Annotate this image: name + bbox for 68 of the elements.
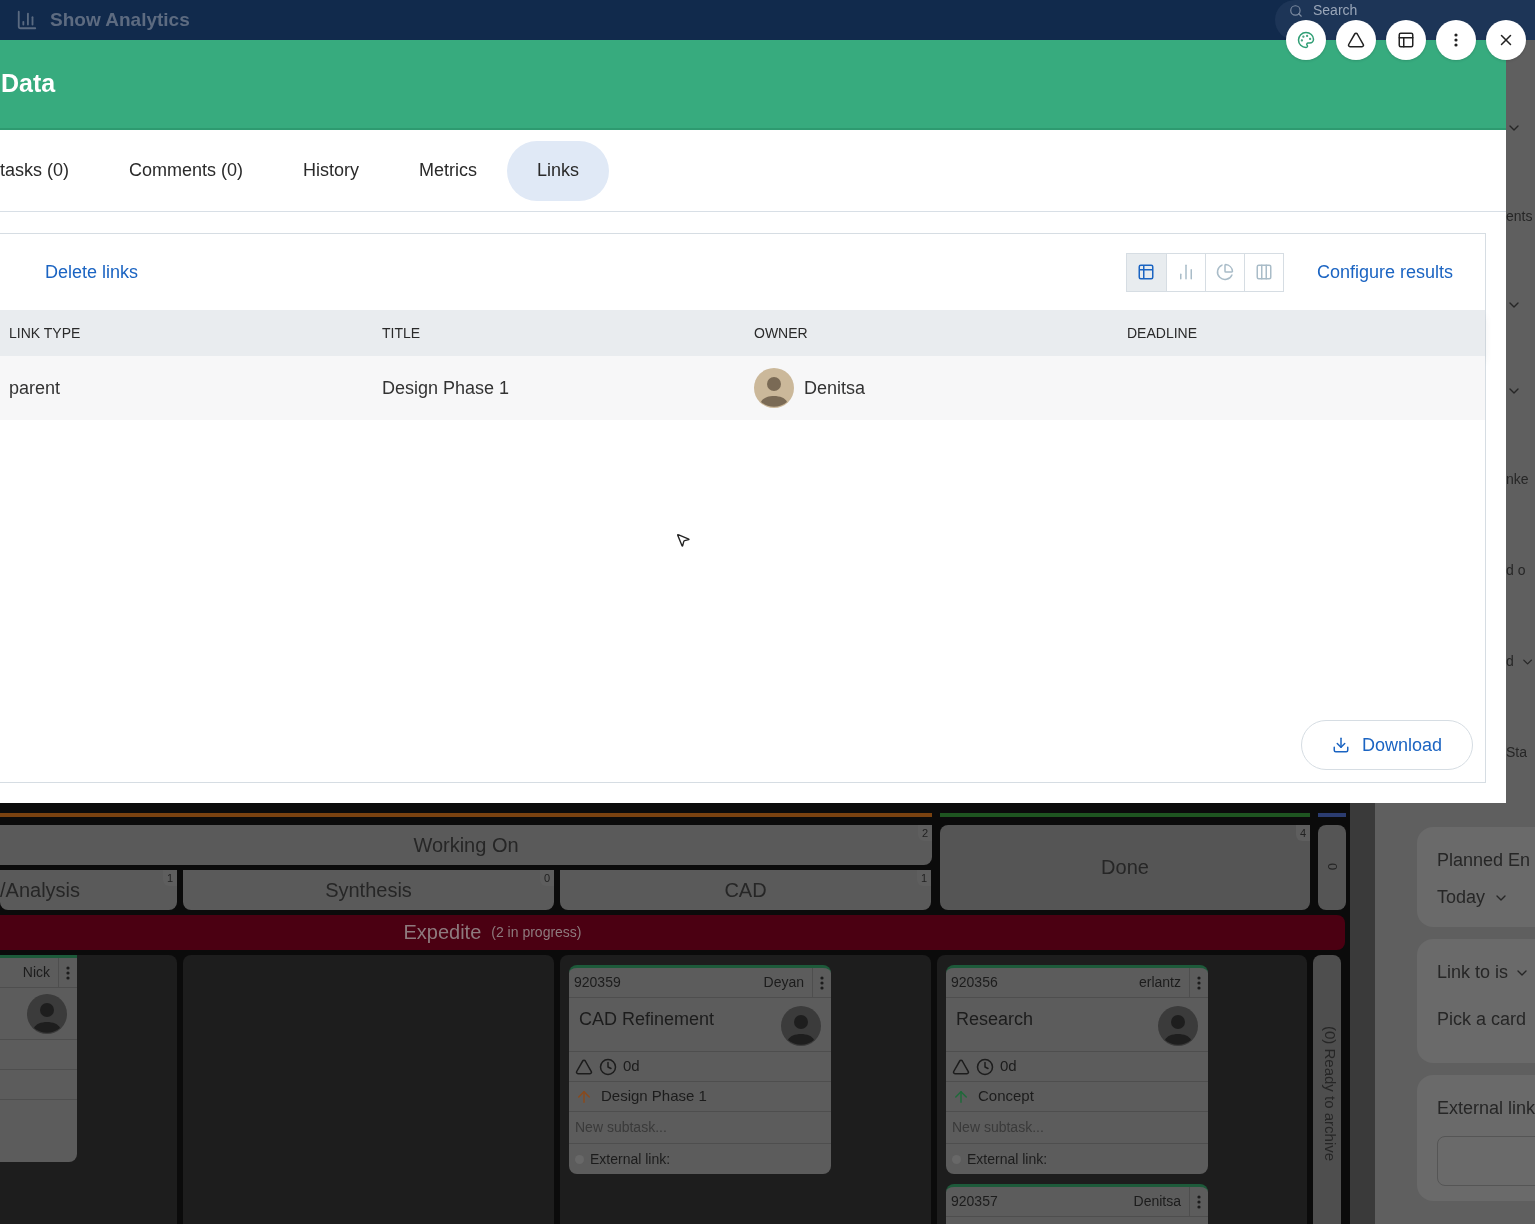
expedite-lane-header[interactable]: Expedite (2 in progress) bbox=[0, 914, 1345, 950]
task-card[interactable]: Nick bbox=[0, 955, 77, 1162]
triangle-icon bbox=[1347, 31, 1365, 49]
table-cell-text: Design Phase 1 bbox=[382, 376, 511, 400]
layout-icon bbox=[1397, 31, 1415, 49]
field-label: External link bbox=[1437, 1097, 1535, 1120]
field-label: d o bbox=[1506, 561, 1527, 580]
avatar-icon bbox=[781, 1006, 821, 1046]
count-badge: 1 bbox=[916, 869, 931, 887]
cursor-icon bbox=[675, 532, 691, 548]
analytics-link[interactable]: Show Analytics bbox=[50, 5, 190, 35]
pie-chart-icon bbox=[1215, 263, 1234, 281]
task-card[interactable]: 920357 Denitsa bbox=[946, 1184, 1208, 1224]
card-owner: Nick bbox=[22, 963, 51, 982]
field-label: nke bbox=[1506, 470, 1530, 489]
field-label: ents bbox=[1506, 207, 1534, 226]
download-icon bbox=[1331, 736, 1350, 754]
field-label: Link to is bbox=[1437, 961, 1509, 984]
column-header: DEADLINE bbox=[1127, 323, 1199, 343]
clock-icon bbox=[976, 1057, 994, 1076]
analytics-icon[interactable] bbox=[16, 9, 38, 31]
tab[interactable]: Links bbox=[507, 140, 610, 201]
count-badge: 4 bbox=[1295, 824, 1310, 842]
table-icon bbox=[1137, 263, 1156, 281]
card-id: 920357 bbox=[950, 1192, 999, 1211]
search-icon bbox=[1289, 4, 1303, 18]
external-link-label: External link: bbox=[967, 1149, 1048, 1169]
column-header: LINK TYPE bbox=[9, 323, 82, 343]
columns-icon bbox=[1254, 263, 1273, 281]
tab[interactable]: Comments (0) bbox=[99, 140, 274, 201]
card-owner: erlantz bbox=[1138, 973, 1182, 992]
column-header: TITLE bbox=[382, 323, 422, 343]
palette-icon bbox=[1297, 31, 1315, 49]
field-label: Planned En bbox=[1437, 849, 1532, 872]
pick-card-link[interactable]: Pick a card bbox=[1437, 1006, 1535, 1033]
table-cell-text: parent bbox=[9, 376, 62, 400]
card-owner: Denitsa bbox=[1133, 1192, 1182, 1211]
card-id: 920359 bbox=[573, 973, 622, 992]
delete-links-link[interactable]: Delete links bbox=[45, 258, 139, 286]
card-age: 0d bbox=[623, 1056, 640, 1077]
date-dropdown[interactable]: Today bbox=[1437, 884, 1535, 911]
column-header: OWNER bbox=[754, 323, 809, 343]
card-title: CAD Refinement bbox=[579, 1008, 715, 1031]
parent-link[interactable]: Concept bbox=[978, 1085, 1034, 1108]
tab[interactable]: Metrics bbox=[389, 140, 508, 201]
download-button[interactable]: Download bbox=[1300, 720, 1473, 770]
external-link-label: External link: bbox=[590, 1149, 671, 1169]
card-age: 0d bbox=[1000, 1056, 1017, 1077]
triangle-icon bbox=[952, 1057, 970, 1076]
configure-results-link[interactable]: Configure results bbox=[1316, 258, 1453, 286]
modal-title: Data bbox=[0, 68, 56, 100]
avatar-icon bbox=[27, 993, 67, 1034]
avatar-icon bbox=[754, 368, 794, 408]
owner-name: Denitsa bbox=[804, 376, 866, 400]
more-icon[interactable] bbox=[1454, 33, 1458, 47]
field-label: Sta bbox=[1506, 743, 1528, 762]
card-id: 920356 bbox=[950, 973, 999, 992]
card-owner: Deyan bbox=[763, 973, 805, 992]
card-title: Research bbox=[956, 1008, 1034, 1031]
parent-link[interactable]: Design Phase 1 bbox=[601, 1085, 707, 1108]
tab[interactable]: tasks (0) bbox=[0, 140, 99, 201]
field-value: d bbox=[1506, 652, 1514, 671]
clock-icon bbox=[599, 1057, 617, 1076]
count-badge: 1 bbox=[162, 869, 177, 887]
tab[interactable]: History bbox=[273, 140, 390, 201]
view-toggle-button[interactable] bbox=[1126, 253, 1166, 291]
triangle-icon bbox=[575, 1057, 593, 1076]
avatar-icon bbox=[1158, 1006, 1198, 1046]
